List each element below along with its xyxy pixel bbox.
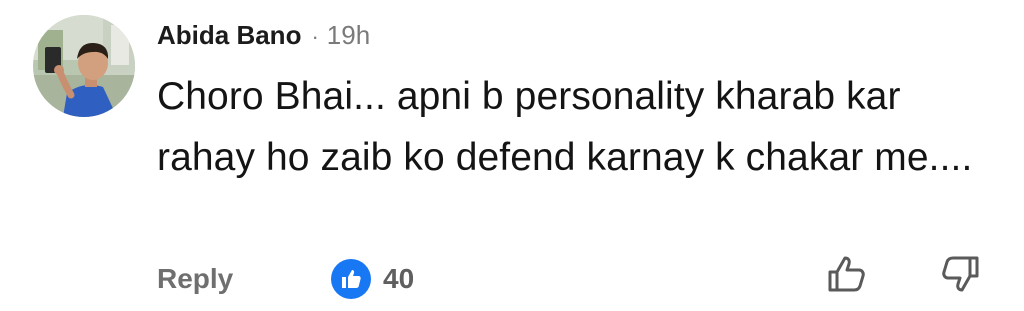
comment-timestamp[interactable]: 19h: [327, 20, 370, 51]
comment-header: Abida Bano · 19h: [157, 20, 370, 52]
separator-dot: ·: [311, 24, 319, 49]
like-button[interactable]: [825, 252, 869, 296]
avatar[interactable]: [33, 15, 135, 117]
like-count: 40: [383, 263, 415, 294]
thumbs-down-icon: [942, 256, 979, 292]
thumbs-up-icon: [828, 256, 865, 292]
avatar-photo: [33, 15, 135, 117]
comment-body: Choro Bhai... apni b personality kharab …: [157, 75, 973, 179]
author-name[interactable]: Abida Bano: [157, 20, 301, 51]
like-badge-icon: [331, 259, 371, 299]
like-summary[interactable]: 40: [331, 259, 414, 299]
reply-button[interactable]: Reply: [157, 259, 233, 299]
dislike-button[interactable]: [938, 252, 982, 296]
